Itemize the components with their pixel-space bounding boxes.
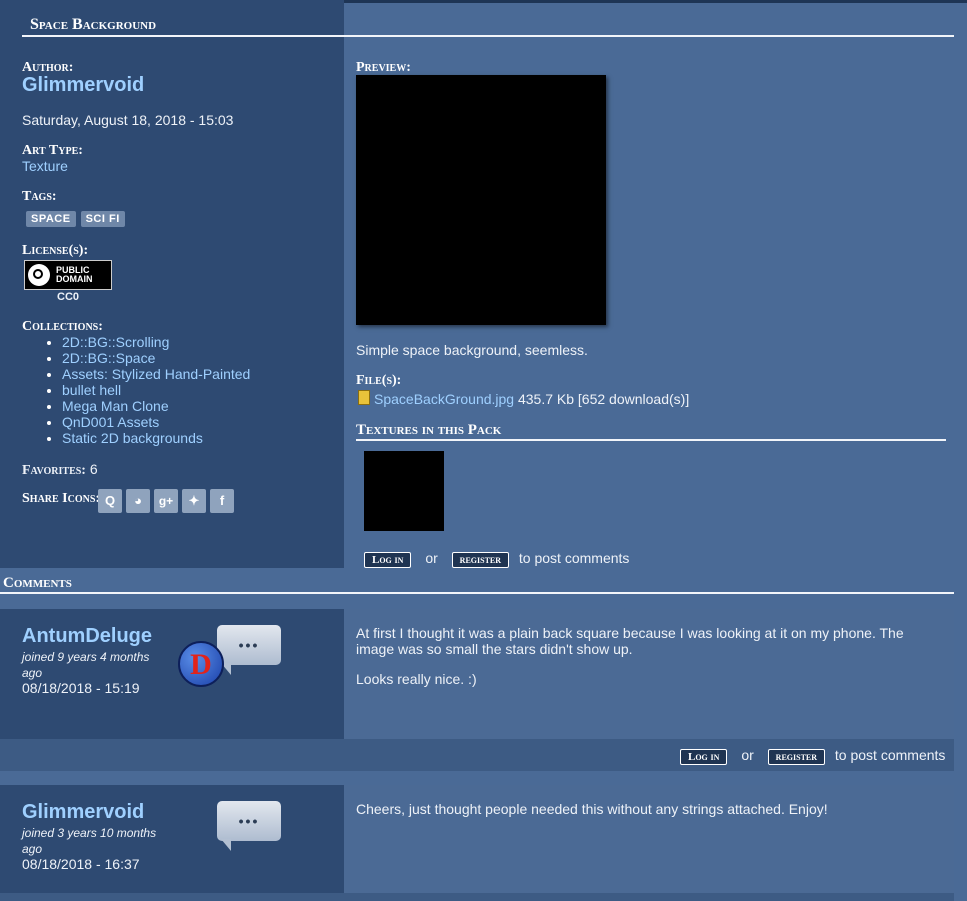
list-item: Mega Man Clone <box>62 398 250 414</box>
comment-joined: joined 3 years 10 months ago <box>22 826 157 856</box>
page-title: Space Background <box>30 16 157 33</box>
collection-link[interactable]: QnD001 Assets <box>62 414 159 430</box>
favorites-count: 6 <box>89 461 98 477</box>
list-item: 2D::BG::Scrolling <box>62 334 250 350</box>
login-prompt: Log in or register to post comments <box>364 550 629 568</box>
pack-divider <box>356 439 946 441</box>
collection-link[interactable]: bullet hell <box>62 382 121 398</box>
preview-label: Preview: <box>356 60 411 75</box>
list-item: bullet hell <box>62 382 250 398</box>
collection-link[interactable]: Assets: Stylized Hand-Painted <box>62 366 250 382</box>
comment-text: Cheers, just thought people needed this … <box>356 801 828 817</box>
public-domain-badge[interactable]: PUBLIC DOMAIN <box>24 260 112 290</box>
title-divider <box>22 35 954 37</box>
comment-login-prompt: Log in or register to post comments <box>680 747 945 765</box>
file-info: 435.7 Kb [652 download(s)] <box>517 391 690 407</box>
file-link[interactable]: SpaceBackGround.jpg <box>374 391 514 407</box>
comment-footer <box>0 893 954 901</box>
tag-sci-fi[interactable]: SCI FI <box>80 211 125 227</box>
collection-link[interactable]: 2D::BG::Space <box>62 350 155 366</box>
comments-divider <box>0 592 954 594</box>
collection-link[interactable]: Static 2D backgrounds <box>62 430 203 446</box>
favorites-label: Favorites: <box>22 463 86 478</box>
cc-zero-icon <box>28 264 50 286</box>
speech-bubble-icon: ••• <box>217 625 281 675</box>
login-button[interactable]: Log in <box>680 749 728 765</box>
post-comments-text: to post comments <box>834 747 946 763</box>
post-comments-text: to post comments <box>518 550 630 566</box>
author-link[interactable]: Glimmervoid <box>22 74 144 97</box>
google-plus-icon[interactable]: g+ <box>154 489 178 513</box>
preview-image[interactable] <box>356 75 606 325</box>
pack-title: Textures in this Pack <box>356 422 502 438</box>
register-button[interactable]: register <box>451 552 510 568</box>
comment-joined: joined 9 years 4 months ago <box>22 650 150 680</box>
license-name: CC0 <box>57 291 80 303</box>
favorites: Favorites: 6 <box>22 461 98 479</box>
comment-author[interactable]: AntumDeluge <box>22 625 152 648</box>
list-item: QnD001 Assets <box>62 414 250 430</box>
file-icon <box>358 390 370 405</box>
speech-bubble-icon: ••• <box>217 801 281 851</box>
share-label: Share Icons: <box>22 491 101 506</box>
twitter-icon[interactable]: ✦ <box>182 489 206 513</box>
license-label: License(s): <box>22 243 89 258</box>
reddit-icon[interactable]: ◕ <box>126 489 150 513</box>
comment-text: At first I thought it was a plain back s… <box>356 625 904 657</box>
qzone-icon[interactable]: Q <box>98 489 122 513</box>
or-text: or <box>741 747 754 763</box>
facebook-icon[interactable]: f <box>210 489 234 513</box>
login-button[interactable]: Log in <box>364 552 412 568</box>
art-type-link[interactable]: Texture <box>22 158 68 174</box>
avatar[interactable]: D <box>178 641 224 687</box>
collections-label: Collections: <box>22 319 103 334</box>
comment-date: 08/18/2018 - 15:19 <box>22 680 140 696</box>
register-button[interactable]: register <box>767 749 826 765</box>
comment-author[interactable]: Glimmervoid <box>22 801 144 824</box>
file-row: SpaceBackGround.jpg 435.7 Kb [652 downlo… <box>358 390 689 407</box>
collection-link[interactable]: 2D::BG::Scrolling <box>62 334 169 350</box>
post-date: Saturday, August 18, 2018 - 15:03 <box>22 112 234 128</box>
tags-label: Tags: <box>22 189 57 204</box>
comment-text: Looks really nice. :) <box>356 671 477 687</box>
or-text: or <box>425 550 438 566</box>
pack-thumbnail[interactable] <box>364 451 444 531</box>
tag-list: SPACE SCI FI <box>26 209 130 227</box>
tag-space[interactable]: SPACE <box>26 211 76 227</box>
files-label: File(s): <box>356 373 402 388</box>
comments-title: Comments <box>3 575 72 591</box>
collection-link[interactable]: Mega Man Clone <box>62 398 169 414</box>
list-item: Assets: Stylized Hand-Painted <box>62 366 250 382</box>
list-item: Static 2D backgrounds <box>62 430 250 446</box>
art-type-label: Art Type: <box>22 143 83 158</box>
comment-date: 08/18/2018 - 16:37 <box>22 856 140 872</box>
list-item: 2D::BG::Space <box>62 350 250 366</box>
collections-list: 2D::BG::Scrolling 2D::BG::Space Assets: … <box>44 334 250 446</box>
description: Simple space background, seemless. <box>356 342 588 358</box>
